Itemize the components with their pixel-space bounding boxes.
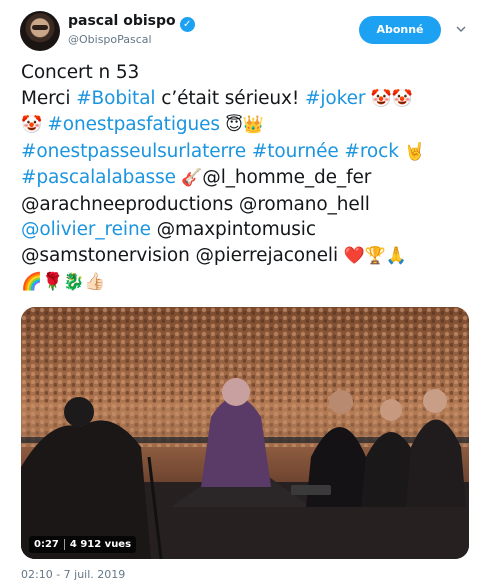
hashtag-link[interactable]: #Bobital [76,88,155,109]
hashtag-link[interactable]: #onestpasseulsurlaterre [21,141,246,162]
tweet-text-segment: @arachneeproductions @romano_hell [21,193,370,215]
hashtag-link[interactable]: #onestpasfatigues [47,114,220,135]
tweet-line: @olivier_reine @maxpintomusic [21,217,471,243]
emoji: 🤘 [398,141,426,162]
tweet-text-segment: Merci [21,87,77,109]
tweet-line: Concert n 53 [21,60,471,86]
emoji: 🤡🤡 [365,88,413,109]
tweet-text-segment: Concert n 53 [21,62,140,83]
hashtag-link[interactable]: #joker [305,88,366,109]
emoji: 🌈🌹🐉👍🏻 [21,272,106,292]
chevron-down-icon[interactable] [456,24,466,34]
tweet-timestamp[interactable]: 02:10 - 7 juil. 2019 [21,568,125,581]
tweet-text-segment: @samstonervision @pierrejaconeli [21,244,344,266]
hashtag-link[interactable]: #tournée [252,141,339,162]
author-name-text[interactable]: pascal obispo [68,13,176,29]
tweet-text-segment: c’était sérieux! [155,87,305,109]
tweet-text-segment: @maxpintomusic [150,219,316,240]
tweet-line: #pascalalabasse 🎸@l_homme_de_fer [21,165,471,192]
emoji: 🎸 [175,168,203,188]
tweet-line: @samstonervision @pierrejaconeli ❤️🏆🙏 [21,243,471,270]
emoji: 😇👑 [219,115,264,135]
tweet-text: Concert n 53 Merci #Bobital c’était série… [21,60,471,296]
tweet-line: 🌈🌹🐉👍🏻 [21,269,471,296]
verified-badge-icon: ✓ [179,17,195,32]
video-frame [21,307,469,559]
video-view-count: 4 912 vues [69,539,132,550]
video-player[interactable] [21,307,469,559]
author-handle[interactable]: @ObispoPascal [68,33,152,46]
hashtag-link[interactable]: #pascalalabasse [21,167,176,188]
tweet-line: 🤡 #onestpasfatigues 😇👑 [21,112,471,139]
video-stats-badge: 0:27 4 912 vues [29,536,137,553]
video-duration: 0:27 [34,539,59,550]
follow-button[interactable]: Abonné [359,16,441,44]
mention-link[interactable]: @olivier_reine [21,219,151,240]
emoji: ❤️🏆🙏 [343,245,407,266]
tweet-text-segment: @l_homme_de_fer [202,167,372,188]
tweet-line: #onestpasseulsurlaterre #tournée #rock 🤘 [21,139,471,166]
tweet-line: @arachneeproductions @romano_hell [21,192,471,218]
tweet-line: Merci #Bobital c’était sérieux! #joker 🤡… [21,86,471,113]
hashtag-link[interactable]: #rock [344,141,399,162]
author-name[interactable]: pascal obispo ✓ [68,13,195,32]
emoji: 🤡 [21,115,48,135]
author-avatar[interactable] [20,11,60,51]
